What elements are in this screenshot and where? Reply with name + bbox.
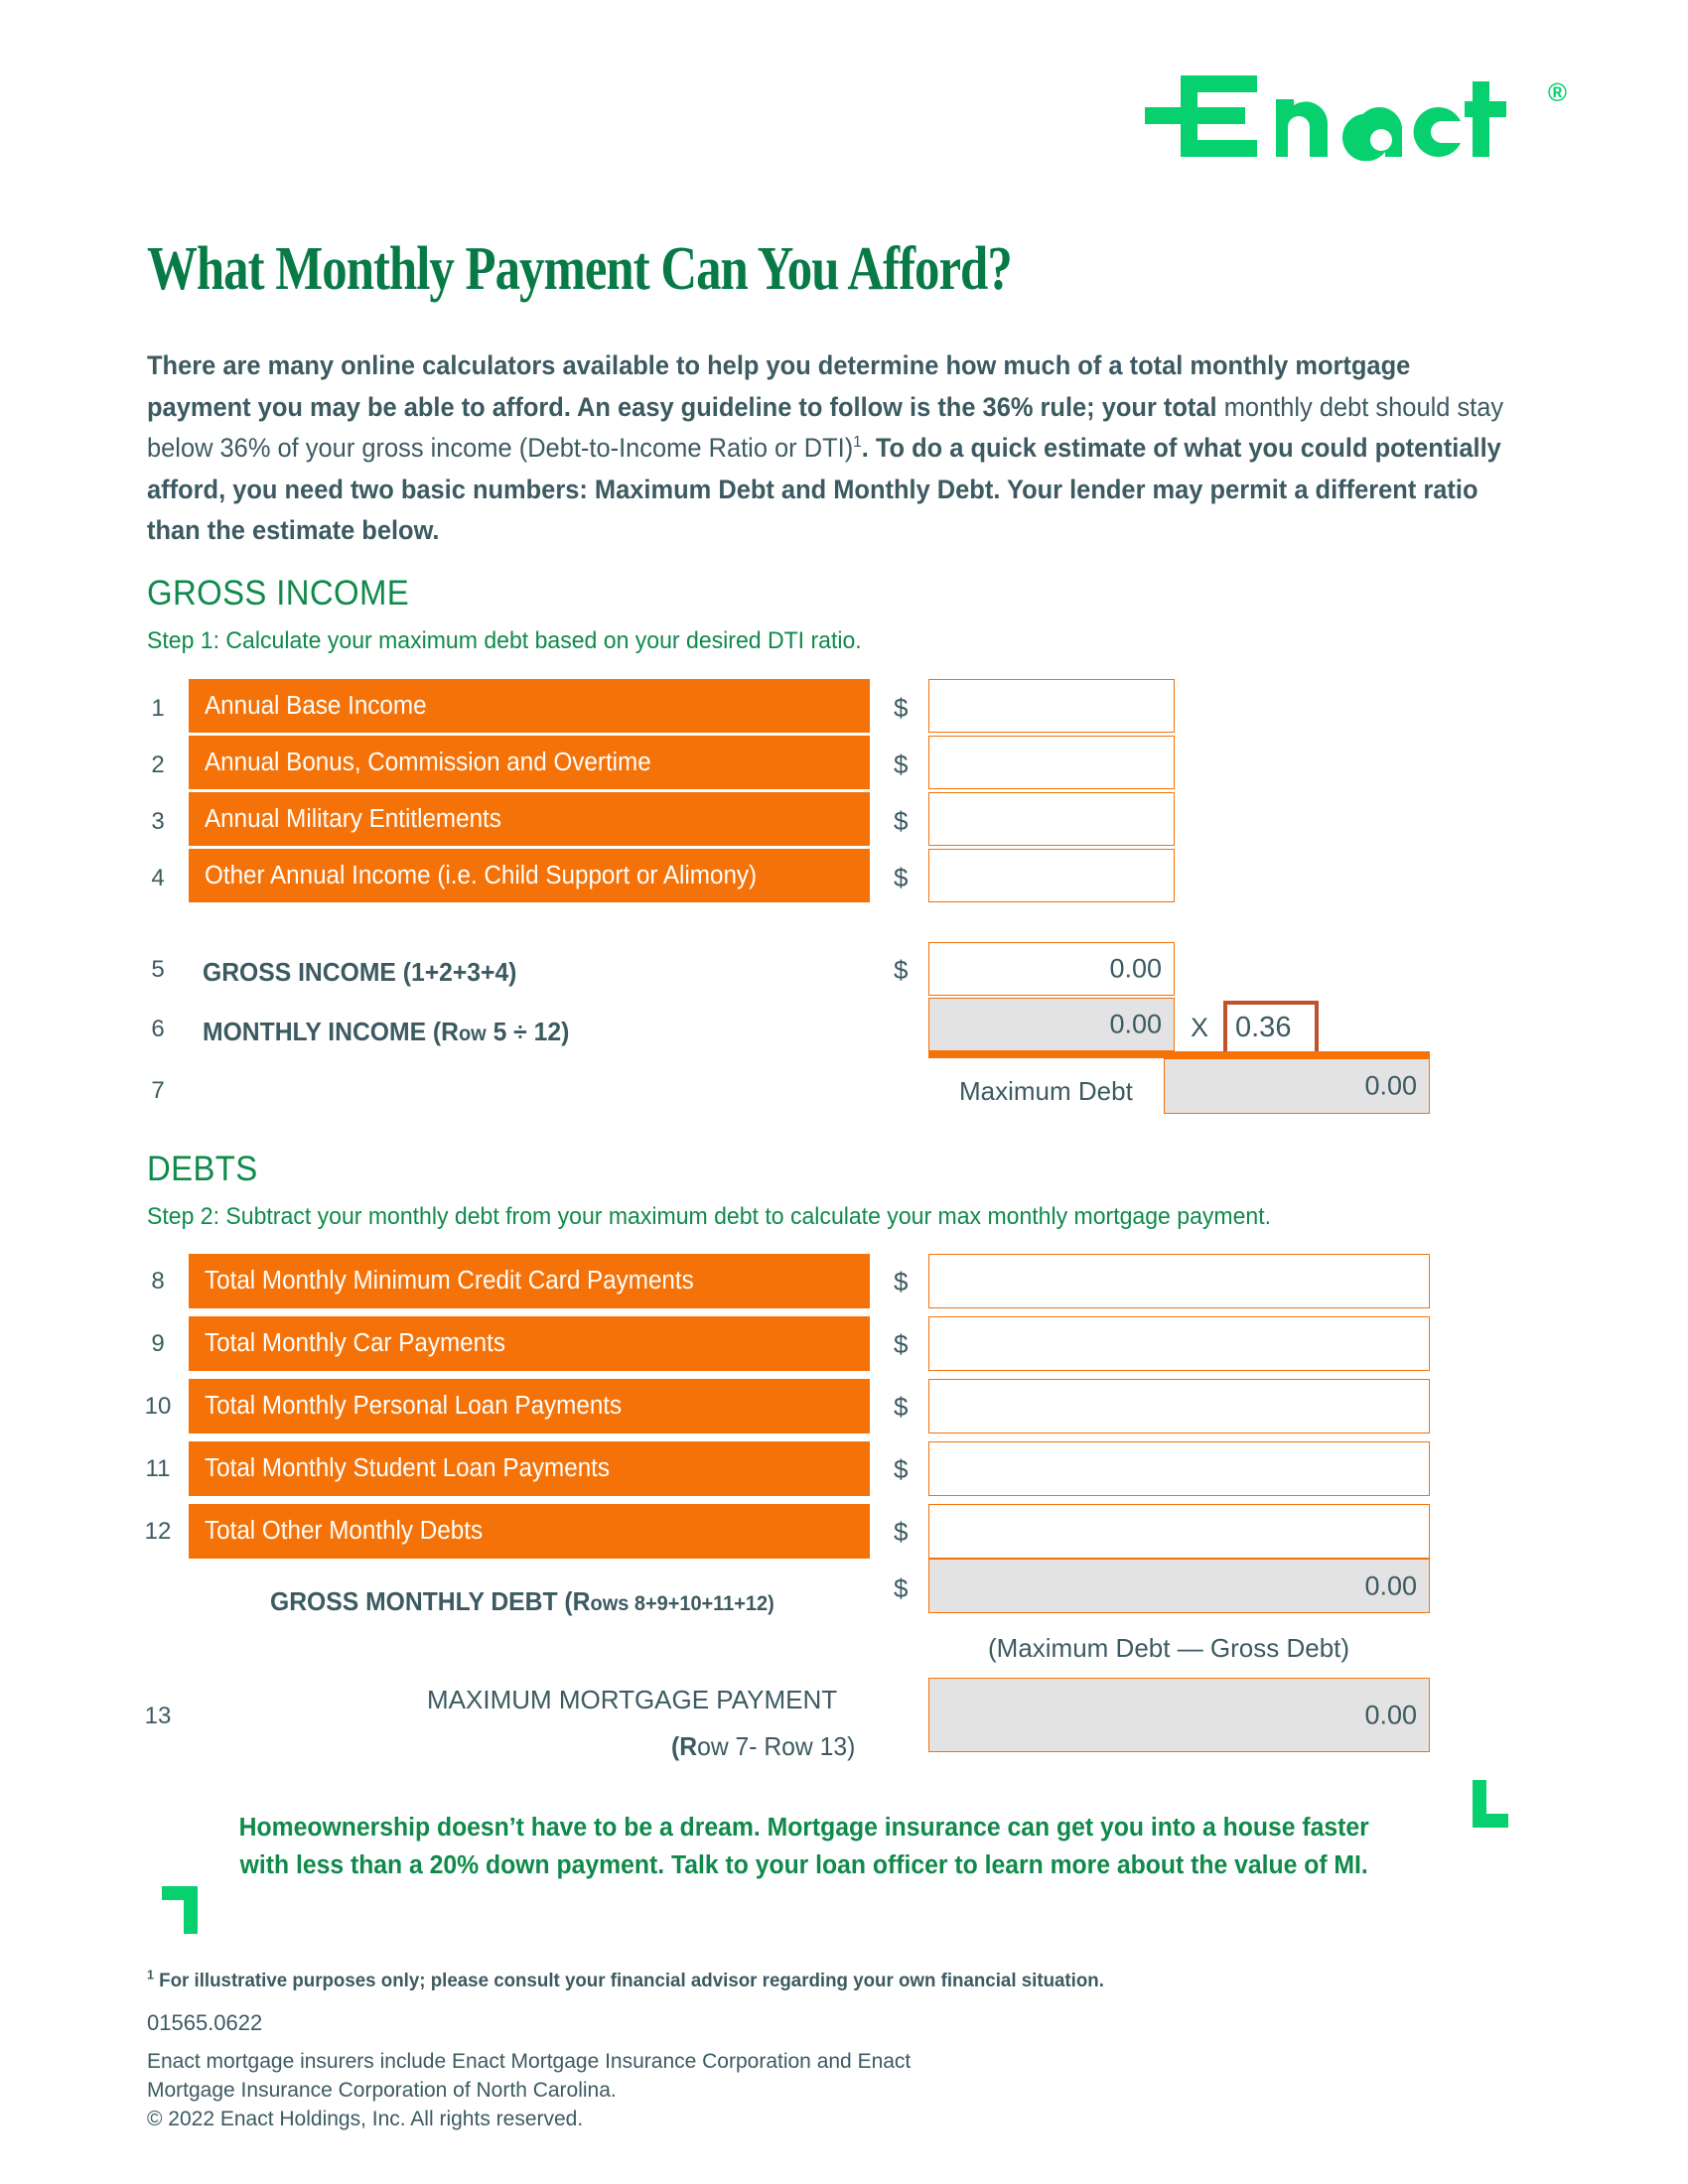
debts-step: Step 2: Subtract your monthly debt from … bbox=[147, 1203, 1272, 1230]
row-number: 9 bbox=[151, 1330, 165, 1357]
dollar-sign: $ bbox=[894, 1517, 909, 1547]
page-title: What Monthly Payment Can You Afford? bbox=[147, 235, 1013, 303]
footnote: 1 For illustrative purposes only; please… bbox=[147, 1967, 1104, 1992]
row-number: 8 bbox=[151, 1268, 165, 1295]
income-row-label: Annual Base Income bbox=[189, 679, 870, 733]
debt-input-11[interactable] bbox=[928, 1441, 1430, 1496]
dollar-sign: $ bbox=[894, 863, 909, 892]
debt-input-12[interactable] bbox=[928, 1504, 1430, 1559]
income-row-label: Other Annual Income (i.e. Child Support … bbox=[189, 849, 870, 902]
gross-income-heading: GROSS INCOME bbox=[147, 574, 410, 613]
max-mortgage-label-line1: MAXIMUM MORTGAGE PAYMENT bbox=[427, 1685, 838, 1714]
row-number: 4 bbox=[151, 865, 165, 891]
dollar-sign: $ bbox=[894, 693, 909, 723]
debt-input-9[interactable] bbox=[928, 1316, 1430, 1371]
row-number: 13 bbox=[144, 1703, 172, 1729]
row-number: 3 bbox=[151, 808, 165, 835]
dollar-sign: $ bbox=[894, 1329, 909, 1359]
legal-disclaimer: Enact mortgage insurers include Enact Mo… bbox=[147, 2050, 912, 2130]
max-mortgage-payment-box[interactable]: 0.00 bbox=[928, 1678, 1430, 1752]
income-input-2[interactable] bbox=[928, 736, 1175, 789]
corner-bracket-bottom-left-icon bbox=[162, 1886, 198, 1934]
monthly-income-label: MONTHLY INCOME (Row 5 ÷ 12) bbox=[203, 1017, 570, 1046]
row-number: 2 bbox=[151, 751, 165, 778]
dti-ratio-input[interactable]: 0.36 bbox=[1223, 1001, 1319, 1055]
row-number: 7 bbox=[151, 1077, 165, 1104]
multiply-symbol: X bbox=[1191, 1013, 1209, 1042]
intro-paragraph: There are many online calculators availa… bbox=[147, 345, 1505, 552]
max-mortgage-label-line2: (Row 7- Row 13) bbox=[671, 1731, 856, 1761]
gross-income-total-label: GROSS INCOME (1+2+3+4) bbox=[203, 957, 517, 987]
document-code: 01565.0622 bbox=[147, 2010, 263, 2035]
dollar-sign: $ bbox=[894, 1454, 909, 1484]
debt-row-label: Total Monthly Student Loan Payments bbox=[189, 1441, 870, 1496]
debts-heading: DEBTS bbox=[147, 1150, 258, 1188]
registered-trademark: ® bbox=[1547, 77, 1567, 107]
debt-row-label: Total Monthly Minimum Credit Card Paymen… bbox=[189, 1254, 870, 1308]
row-number: 5 bbox=[151, 956, 165, 983]
worksheet-page: ® What Monthly Payment Can You Afford? T… bbox=[0, 0, 1688, 2184]
dollar-sign: $ bbox=[894, 750, 909, 779]
row-number: 1 bbox=[151, 695, 165, 722]
row-number: 11 bbox=[145, 1455, 171, 1482]
debt-row-label: Total Monthly Car Payments bbox=[189, 1316, 870, 1371]
gross-monthly-debt-label: GROSS MONTHLY DEBT (Rows 8+9+10+11+12) bbox=[270, 1586, 774, 1616]
income-input-3[interactable] bbox=[928, 792, 1175, 846]
maximum-debt-label: Maximum Debt bbox=[959, 1076, 1133, 1106]
dollar-sign: $ bbox=[894, 1573, 909, 1603]
row-number: 6 bbox=[151, 1016, 165, 1042]
promo-message: Homeownership doesn’t have to be a dream… bbox=[238, 1814, 1369, 1879]
maximum-debt-box[interactable]: 0.00 bbox=[1164, 1058, 1430, 1114]
income-row-label: Annual Military Entitlements bbox=[189, 792, 870, 846]
gross-monthly-debt-box[interactable]: 0.00 bbox=[928, 1559, 1430, 1613]
debt-input-8[interactable] bbox=[928, 1254, 1430, 1308]
gross-income-step: Step 1: Calculate your maximum debt base… bbox=[147, 627, 862, 654]
formula-note: (Maximum Debt — Gross Debt) bbox=[988, 1633, 1350, 1663]
intro-footnote-marker: 1 bbox=[853, 434, 862, 452]
debt-row-label: Total Monthly Personal Loan Payments bbox=[189, 1379, 870, 1433]
income-input-4[interactable] bbox=[928, 849, 1175, 902]
dollar-sign: $ bbox=[894, 955, 909, 985]
corner-bracket-top-right-icon bbox=[1473, 1780, 1508, 1828]
monthly-income-box[interactable]: 0.00 bbox=[928, 998, 1175, 1051]
dollar-sign: $ bbox=[894, 1267, 909, 1297]
dollar-sign: $ bbox=[894, 1392, 909, 1422]
enact-wordmark-icon bbox=[1144, 75, 1506, 161]
debt-input-10[interactable] bbox=[928, 1379, 1430, 1433]
income-row-label: Annual Bonus, Commission and Overtime bbox=[189, 736, 870, 789]
dollar-sign: $ bbox=[894, 806, 909, 836]
gross-income-total-box[interactable]: 0.00 bbox=[928, 942, 1175, 996]
enact-logo: ® bbox=[1144, 71, 1567, 161]
row-number: 12 bbox=[144, 1518, 172, 1545]
income-input-1[interactable] bbox=[928, 679, 1175, 733]
section-divider bbox=[928, 1051, 1430, 1058]
row-number: 10 bbox=[144, 1393, 172, 1420]
debt-row-label: Total Other Monthly Debts bbox=[189, 1504, 870, 1559]
